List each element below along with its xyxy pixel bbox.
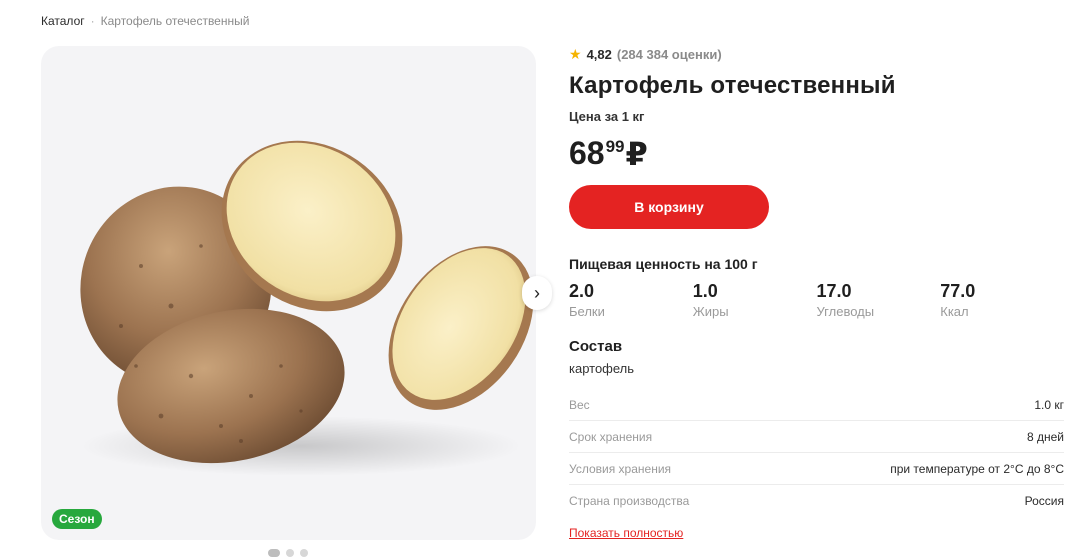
nutrition-fat: 1.0 Жиры	[693, 281, 817, 319]
property-row: Вес 1.0 кг	[569, 389, 1064, 421]
breadcrumb: Каталог · Картофель отечественный	[41, 14, 249, 28]
nutrition-label: Жиры	[692, 304, 729, 319]
chevron-right-icon: ›	[534, 282, 540, 303]
nutrition-value: 17.0	[816, 281, 852, 301]
breadcrumb-catalog-link[interactable]: Каталог	[41, 14, 85, 28]
nutrition-label: Углеводы	[816, 304, 875, 319]
star-icon: ★	[569, 46, 582, 62]
nutrition-title: Пищевая ценность на 100 г	[569, 256, 758, 272]
rating-value: 4,82	[586, 47, 612, 62]
nutrition-protein: 2.0 Белки	[569, 281, 693, 319]
currency-symbol: ₽	[625, 136, 648, 172]
price-kopecks: 99	[605, 137, 625, 156]
property-key: Условия хранения	[569, 461, 672, 476]
price-unit-label: Цена за 1 кг	[569, 109, 645, 124]
pagination-dot[interactable]	[286, 549, 294, 557]
show-more-link[interactable]: Показать полностью	[569, 526, 1064, 540]
nutrition-kcal: 77.0 Ккал	[940, 281, 1064, 319]
composition-value: картофель	[569, 361, 635, 376]
property-key: Страна производства	[569, 493, 690, 508]
product-image	[80, 140, 534, 476]
price-rubles: 68	[569, 135, 605, 171]
property-value: при температуре от 2°С до 8°С	[890, 461, 1064, 476]
product-title: Картофель отечественный	[569, 72, 896, 99]
nutrition-facts: 2.0 Белки 1.0 Жиры 17.0 Углеводы 77.0 Кк…	[569, 281, 1064, 319]
gallery-pagination[interactable]	[268, 549, 308, 557]
property-row: Страна производства Россия	[569, 485, 1064, 516]
product-price: 68 99 ₽	[569, 135, 1064, 173]
breadcrumb-separator: ·	[90, 14, 95, 28]
property-value: 1.0 кг	[1034, 397, 1064, 412]
nutrition-value: 2.0	[569, 281, 595, 301]
composition-title: Состав	[569, 338, 623, 355]
properties-table: Вес 1.0 кг Срок хранения 8 дней Условия …	[569, 389, 1064, 516]
nutrition-carbs: 17.0 Углеводы	[817, 281, 941, 319]
product-gallery[interactable]: Сезон	[41, 46, 536, 540]
nutrition-value: 1.0	[692, 281, 718, 301]
property-key: Срок хранения	[569, 429, 653, 444]
rating-count: (284 384 оценки)	[616, 47, 722, 62]
nutrition-value: 77.0	[940, 281, 976, 301]
property-value: Россия	[1024, 493, 1064, 508]
gallery-next-button[interactable]: ›	[522, 276, 552, 310]
breadcrumb-current: Картофель отечественный	[100, 14, 250, 28]
pagination-dot[interactable]	[300, 549, 308, 557]
property-row: Срок хранения 8 дней	[569, 421, 1064, 453]
nutrition-label: Белки	[569, 304, 605, 319]
property-row: Условия хранения при температуре от 2°С …	[569, 453, 1064, 485]
add-to-cart-button[interactable]: В корзину	[569, 185, 769, 229]
property-key: Вес	[569, 397, 590, 412]
property-value: 8 дней	[1026, 429, 1064, 444]
season-badge: Сезон	[52, 509, 102, 529]
pagination-dot[interactable]	[268, 549, 280, 557]
product-info: ★ 4,82 (284 384 оценки) Картофель отечес…	[569, 46, 1064, 540]
rating[interactable]: ★ 4,82 (284 384 оценки)	[569, 46, 1064, 63]
nutrition-label: Ккал	[940, 304, 969, 319]
